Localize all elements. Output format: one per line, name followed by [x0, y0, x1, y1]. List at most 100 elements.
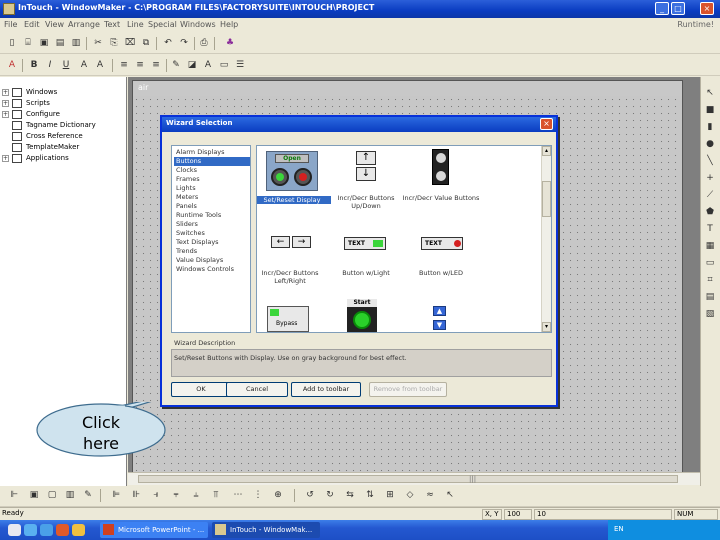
align-right-icon[interactable]: ≡	[150, 59, 162, 71]
hv-line-tool-icon[interactable]: +	[704, 172, 716, 183]
category-item-selected[interactable]: Buttons	[174, 157, 250, 166]
maximize-button[interactable]: □	[671, 2, 685, 15]
category-item[interactable]: Switches	[174, 229, 250, 238]
category-item[interactable]: Trends	[174, 247, 250, 256]
window-color-icon[interactable]: ▭	[218, 59, 230, 71]
rounded-rect-tool-icon[interactable]: ▮	[704, 121, 716, 132]
tree-item-cross-reference[interactable]: Cross Reference	[0, 131, 127, 142]
category-item[interactable]: Frames	[174, 175, 250, 184]
minimize-button[interactable]: _	[655, 2, 669, 15]
polyline-tool-icon[interactable]: ⟋	[704, 189, 716, 200]
rectangle-tool-icon[interactable]: ■	[704, 104, 716, 115]
bitmap-tool-icon[interactable]: ▦	[704, 240, 716, 251]
wizard-caption[interactable]: Button w/LED	[402, 269, 480, 277]
start-button-thumb[interactable]: Start	[347, 299, 377, 332]
button-light-thumb[interactable]: TEXT	[344, 237, 386, 250]
category-item[interactable]: Windows Controls	[174, 265, 250, 274]
menu-special[interactable]: Special	[148, 20, 177, 29]
category-item[interactable]: Runtime Tools	[174, 211, 250, 220]
print-icon[interactable]: ⎙	[198, 37, 210, 49]
italic-icon[interactable]: I	[44, 59, 56, 71]
tree-item-configure[interactable]: + Configure	[0, 109, 127, 120]
wizard-caption[interactable]: Incr/Decr Value Buttons	[402, 194, 480, 202]
tree-item-scripts[interactable]: + Scripts	[0, 98, 127, 109]
tree-item-templatemaker[interactable]: TemplateMaker	[0, 142, 127, 153]
scrollbar-thumb[interactable]	[138, 475, 678, 483]
category-item[interactable]: Clocks	[174, 166, 250, 175]
wizard-thumb-set-reset[interactable]: Open	[266, 151, 318, 191]
category-item[interactable]: Alarm Displays	[174, 148, 250, 157]
category-item[interactable]: Text Displays	[174, 238, 250, 247]
firefox-icon[interactable]	[56, 524, 69, 536]
close-button[interactable]: ×	[700, 2, 714, 15]
align-middle-tool-icon[interactable]: ⫨	[190, 489, 202, 501]
menu-windows[interactable]: Windows	[180, 20, 216, 29]
category-list[interactable]: Alarm Displays Buttons Clocks Frames Lig…	[171, 145, 251, 333]
flip-horizontal-icon[interactable]: ⇆	[344, 489, 356, 501]
text-tool-icon[interactable]: T	[704, 223, 716, 234]
category-item[interactable]: Panels	[174, 202, 250, 211]
internet-explorer-icon[interactable]	[24, 524, 37, 536]
menu-line[interactable]: Line	[127, 20, 144, 29]
right-arrow-icon[interactable]: →	[292, 236, 311, 248]
text-color-icon[interactable]: A	[202, 59, 214, 71]
center-icon[interactable]: ⊕	[272, 489, 284, 501]
align-center-icon[interactable]: ≡	[134, 59, 146, 71]
triangle-up-icon[interactable]: ▲	[433, 306, 446, 316]
trend-tool-icon[interactable]: ⌗	[704, 274, 716, 285]
bypass-button-thumb[interactable]: Bypass	[267, 306, 309, 332]
polygon-tool-icon[interactable]: ⬟	[704, 206, 716, 217]
up-arrow-icon[interactable]: ↑	[356, 151, 376, 165]
enlarge-font-icon[interactable]: A	[78, 59, 90, 71]
gallery-scrollbar[interactable]: ▴ ▾	[541, 146, 551, 332]
group-tool-icon[interactable]: ▣	[28, 489, 40, 501]
save-all-icon[interactable]: ▤	[54, 37, 66, 49]
wizard-icon[interactable]: ♣	[224, 37, 236, 49]
align-center-tool-icon[interactable]: ⊪	[130, 489, 142, 501]
menu-edit[interactable]: Edit	[24, 20, 40, 29]
tree-item-tagname-dictionary[interactable]: Tagname Dictionary	[0, 120, 127, 131]
horizontal-scrollbar[interactable]: |||	[128, 472, 700, 485]
bold-icon[interactable]: B	[28, 59, 40, 71]
align-left-icon[interactable]: ≡	[118, 59, 130, 71]
line-color-icon[interactable]: ✎	[170, 59, 182, 71]
scroll-up-icon[interactable]: ▴	[542, 146, 551, 156]
menu-file[interactable]: File	[4, 20, 17, 29]
align-tool-icon[interactable]: ⊩	[8, 489, 20, 501]
undo-icon[interactable]: ↶	[162, 37, 174, 49]
open-icon[interactable]: ⌸	[22, 37, 34, 49]
cut-icon[interactable]: ✂	[92, 37, 104, 49]
save-icon[interactable]: ▣	[38, 37, 50, 49]
copy-icon[interactable]: ⎘	[108, 37, 120, 49]
duplicate-icon[interactable]: ⧉	[140, 37, 152, 49]
category-item[interactable]: Sliders	[174, 220, 250, 229]
align-right-tool-icon[interactable]: ⫣	[150, 489, 162, 501]
align-top-tool-icon[interactable]: ⫧	[170, 489, 182, 501]
ok-button[interactable]: OK	[171, 382, 231, 397]
menu-arrange[interactable]: Arrange	[68, 20, 100, 29]
wizard-caption[interactable]: Incr/Decr Buttons Up/Down	[327, 194, 405, 210]
scroll-down-icon[interactable]: ▾	[542, 322, 551, 332]
flip-vertical-icon[interactable]: ⇅	[364, 489, 376, 501]
show-desktop-icon[interactable]	[8, 524, 21, 536]
bring-front-icon[interactable]: ▥	[64, 489, 76, 501]
reduce-font-icon[interactable]: A	[94, 59, 106, 71]
wizard-caption[interactable]: Incr/Decr Buttons Left/Right	[257, 269, 329, 285]
category-item[interactable]: Value Displays	[174, 256, 250, 265]
select-arrow-icon[interactable]: ↖	[704, 87, 716, 98]
space-vertical-icon[interactable]: ⋮	[252, 489, 264, 501]
wizard-caption[interactable]: Set/Reset Display	[257, 196, 331, 204]
wizard-caption[interactable]: Button w/Light	[327, 269, 405, 277]
font-color-icon[interactable]: A	[6, 59, 18, 71]
button-led-thumb[interactable]: TEXT	[421, 237, 463, 250]
outlook-icon[interactable]	[40, 524, 53, 536]
line-tool-icon[interactable]: ╲	[704, 155, 716, 166]
pencil-icon[interactable]: ✎	[82, 489, 94, 501]
menu-text[interactable]: Text	[104, 20, 120, 29]
smooth-icon[interactable]: ≈	[424, 489, 436, 501]
taskbar-intouch[interactable]: InTouch - WindowMak...	[212, 522, 320, 538]
align-left-tool-icon[interactable]: ⊫	[110, 489, 122, 501]
paste-icon[interactable]: ⌧	[124, 37, 136, 49]
gallery-scroll-thumb[interactable]	[542, 181, 551, 217]
media-player-icon[interactable]	[72, 524, 85, 536]
